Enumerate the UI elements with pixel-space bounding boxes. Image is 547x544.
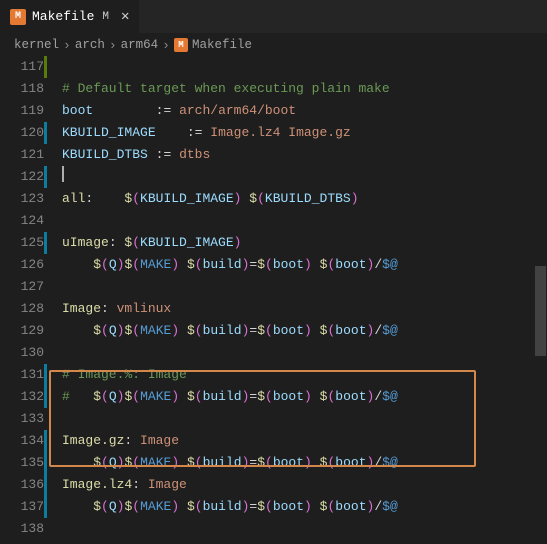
code-line: $(Q)$(MAKE) $(build)=$(boot) $(boot)/$@ <box>62 254 547 276</box>
modified-marker <box>44 452 47 474</box>
line-number: 126 <box>0 254 44 276</box>
code-line <box>62 56 547 78</box>
line-number: 124 <box>0 210 44 232</box>
added-marker <box>44 56 47 78</box>
code-line: all: $(KBUILD_IMAGE) $(KBUILD_DTBS) <box>62 188 547 210</box>
line-number: 120 <box>0 122 44 144</box>
line-number: 134 <box>0 430 44 452</box>
code-line: Image: vmlinux <box>62 298 547 320</box>
code-line: Image.lz4: Image <box>62 474 547 496</box>
chevron-right-icon: › <box>109 38 117 53</box>
code-line: KBUILD_DTBS := dtbs <box>62 144 547 166</box>
code-line <box>62 518 547 540</box>
modified-marker <box>44 232 47 254</box>
breadcrumb-part[interactable]: arch <box>75 38 105 52</box>
code-line: boot := arch/arm64/boot <box>62 100 547 122</box>
vertical-scrollbar[interactable] <box>534 56 547 544</box>
text-cursor <box>62 166 64 182</box>
breadcrumb-part[interactable]: arm64 <box>121 38 159 52</box>
code-line: $(Q)$(MAKE) $(build)=$(boot) $(boot)/$@ <box>62 496 547 518</box>
modified-marker <box>44 474 47 496</box>
line-number: 138 <box>0 518 44 540</box>
code-line: uImage: $(KBUILD_IMAGE) <box>62 232 547 254</box>
tab-bar: M Makefile M ✕ <box>0 0 547 34</box>
file-tab[interactable]: M Makefile M ✕ <box>0 0 140 33</box>
line-number: 118 <box>0 78 44 100</box>
code-content[interactable]: # Default target when executing plain ma… <box>48 56 547 544</box>
line-number: 135 <box>0 452 44 474</box>
modified-marker <box>44 386 47 408</box>
makefile-icon: M <box>10 9 26 25</box>
breadcrumb-file[interactable]: Makefile <box>192 38 252 52</box>
code-line: # Image.%: Image <box>62 364 547 386</box>
code-line: KBUILD_IMAGE := Image.lz4 Image.gz <box>62 122 547 144</box>
scroll-thumb[interactable] <box>535 266 546 356</box>
code-line: # Default target when executing plain ma… <box>62 78 547 100</box>
modified-marker <box>44 430 47 452</box>
code-line <box>62 408 547 430</box>
line-number: 122 <box>0 166 44 188</box>
line-number: 129 <box>0 320 44 342</box>
modified-marker <box>44 364 47 386</box>
line-number: 127 <box>0 276 44 298</box>
line-number: 133 <box>0 408 44 430</box>
breadcrumb[interactable]: kernel › arch › arm64 › M Makefile <box>0 34 547 56</box>
modified-marker <box>44 496 47 518</box>
line-number-gutter: 117 118 119 120 121 122 123 124 125 126 … <box>0 56 48 544</box>
line-number: 125 <box>0 232 44 254</box>
editor-area[interactable]: 117 118 119 120 121 122 123 124 125 126 … <box>0 56 547 544</box>
makefile-icon: M <box>174 38 188 52</box>
code-line: $(Q)$(MAKE) $(build)=$(boot) $(boot)/$@ <box>62 320 547 342</box>
code-line <box>62 166 547 188</box>
code-line <box>62 276 547 298</box>
code-line: # $(Q)$(MAKE) $(build)=$(boot) $(boot)/$… <box>62 386 547 408</box>
line-number: 123 <box>0 188 44 210</box>
tab-modified-badge: M <box>102 11 109 23</box>
line-number: 136 <box>0 474 44 496</box>
code-line <box>62 210 547 232</box>
modified-marker <box>44 122 47 144</box>
line-number: 130 <box>0 342 44 364</box>
code-line: $(Q)$(MAKE) $(build)=$(boot) $(boot)/$@ <box>62 452 547 474</box>
line-number: 121 <box>0 144 44 166</box>
chevron-right-icon: › <box>63 38 71 53</box>
line-number: 117 <box>0 56 44 78</box>
chevron-right-icon: › <box>162 38 170 53</box>
modified-marker <box>44 166 47 188</box>
close-icon[interactable]: ✕ <box>121 8 129 25</box>
line-number: 137 <box>0 496 44 518</box>
line-number: 131 <box>0 364 44 386</box>
breadcrumb-part[interactable]: kernel <box>14 38 59 52</box>
code-line <box>62 342 547 364</box>
line-number: 128 <box>0 298 44 320</box>
tab-label: Makefile <box>32 9 94 24</box>
code-line: Image.gz: Image <box>62 430 547 452</box>
line-number: 132 <box>0 386 44 408</box>
line-number: 119 <box>0 100 44 122</box>
